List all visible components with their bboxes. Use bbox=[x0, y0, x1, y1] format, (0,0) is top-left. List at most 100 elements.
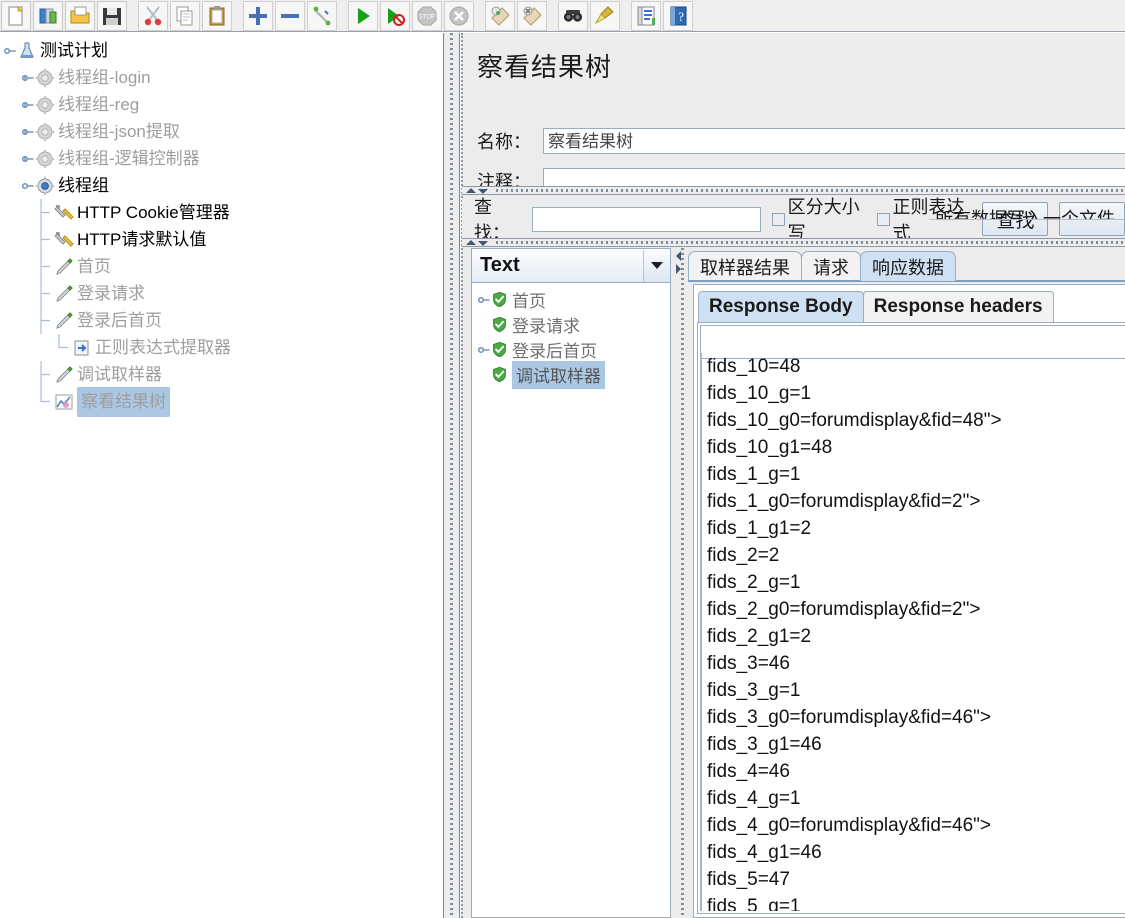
tree-item-label: HTTP请求默认值 bbox=[77, 230, 207, 249]
tree-connector bbox=[56, 334, 72, 361]
tree-item-2[interactable]: 线程组-reg bbox=[0, 91, 443, 118]
tree-item-label: HTTP Cookie管理器 bbox=[77, 203, 230, 222]
search-input[interactable] bbox=[531, 206, 761, 232]
name-label: 名称： bbox=[477, 132, 531, 152]
test-plan-tree[interactable]: 测试计划线程组-login 线程组-reg 线程组-json提取线程组-逻辑控制器线… bbox=[0, 33, 443, 417]
tree-expand-handle-open[interactable] bbox=[476, 342, 491, 357]
save-icon[interactable] bbox=[97, 0, 127, 31]
collapse-up-icon-2[interactable] bbox=[466, 240, 476, 245]
inner-vertical-splitter[interactable] bbox=[675, 248, 688, 918]
toolbar-separator-3 bbox=[338, 1, 347, 31]
expand-icon[interactable] bbox=[243, 0, 273, 31]
toolbar-group-help: ? bbox=[630, 0, 694, 31]
subtab-0[interactable]: Response Body bbox=[698, 291, 864, 322]
results-detail-area: Text 首页登录请求登录后首页 调试取样器 取样器结果 请求 响应数据 Respon… bbox=[462, 248, 1125, 918]
collapse-icon[interactable] bbox=[275, 0, 305, 31]
open-icon[interactable] bbox=[65, 0, 95, 31]
toolbar-separator-5 bbox=[548, 1, 557, 31]
toolbar-group-file bbox=[0, 0, 128, 31]
start-no-pauses-icon[interactable] bbox=[380, 0, 410, 31]
regex-box-icon[interactable] bbox=[876, 212, 890, 226]
tree-item-8[interactable]: 首页 bbox=[0, 253, 443, 280]
result-item-label: 登录请求 bbox=[512, 317, 580, 336]
clear-all-icon[interactable] bbox=[517, 0, 547, 31]
tree-item-3[interactable]: 线程组-json提取 bbox=[0, 118, 443, 145]
test-plan-tree-panel[interactable]: 测试计划线程组-login 线程组-reg 线程组-json提取线程组-逻辑控制器线… bbox=[0, 33, 443, 918]
tree-item-6[interactable]: HTTP Cookie管理器 bbox=[0, 199, 443, 226]
splitter-grip-bottom bbox=[496, 241, 1125, 244]
tree-expand-handle-closed[interactable] bbox=[20, 70, 35, 85]
tree-item-7[interactable]: HTTP请求默认值 bbox=[0, 226, 443, 253]
response-subtabs[interactable]: Response Body Response headers bbox=[698, 289, 1054, 322]
tree-expand-handle-closed[interactable] bbox=[20, 97, 35, 112]
tree-item-label: 线程组-login bbox=[58, 68, 151, 87]
tree-item-4[interactable]: 线程组-逻辑控制器 bbox=[0, 145, 443, 172]
shutdown-icon bbox=[444, 0, 474, 31]
new-icon[interactable] bbox=[1, 0, 31, 31]
response-line-19: fids_5=47 bbox=[707, 869, 790, 890]
main-vertical-splitter[interactable] bbox=[443, 33, 460, 918]
tab-0[interactable]: 取样器结果 bbox=[688, 251, 802, 281]
case-sensitive-box-icon[interactable] bbox=[771, 212, 785, 226]
result-item-3[interactable]: 调试取样器 bbox=[472, 360, 670, 389]
subtab-1[interactable]: Response headers bbox=[862, 291, 1054, 322]
result-item-0[interactable]: 首页 bbox=[472, 287, 670, 312]
response-line-18: fids_4_g1=46 bbox=[707, 842, 822, 863]
tree-item-label: 线程组-逻辑控制器 bbox=[58, 149, 200, 168]
tree-connector bbox=[38, 361, 54, 388]
tree-expand-handle-open[interactable] bbox=[476, 292, 491, 307]
response-line-5: fids_1_g0=forumdisplay&fid=2"> bbox=[707, 491, 981, 512]
renderer-combobox[interactable]: Text bbox=[472, 249, 670, 283]
tree-expand-handle-open[interactable] bbox=[2, 43, 17, 58]
start-icon[interactable] bbox=[348, 0, 378, 31]
copy-icon[interactable] bbox=[170, 0, 200, 31]
tree-item-label: 线程组-reg bbox=[58, 95, 140, 114]
splitter-arrows-bottom[interactable] bbox=[466, 239, 488, 246]
inner-splitter-grip bbox=[681, 248, 684, 918]
tree-item-10[interactable]: 登录后首页 bbox=[0, 307, 443, 334]
response-body-area: fids_10=48 fids_10_g=1 fids_10_g0=forumdis… bbox=[697, 322, 1125, 914]
tree-item-11[interactable]: 正则表达式提取器 bbox=[0, 334, 443, 361]
toolbar-separator-2 bbox=[233, 1, 242, 31]
collapse-down-icon-2[interactable] bbox=[478, 241, 488, 246]
tab-2[interactable]: 响应数据 bbox=[860, 251, 956, 281]
result-item-label: 调试取样器 bbox=[512, 360, 605, 389]
toolbar-group-tree bbox=[242, 0, 338, 31]
response-data-panel: Response Body Response headers fids_10=48… bbox=[693, 284, 1125, 918]
sampler-results-list-panel[interactable]: Text 首页登录请求登录后首页 调试取样器 bbox=[471, 248, 671, 918]
tree-item-9[interactable]: 登录请求 bbox=[0, 280, 443, 307]
tab-1[interactable]: 请求 bbox=[801, 251, 861, 281]
response-line-15: fids_4=46 bbox=[707, 761, 790, 782]
templates-icon[interactable] bbox=[33, 0, 63, 31]
toggle-icon[interactable] bbox=[307, 0, 337, 31]
cut-icon[interactable] bbox=[138, 0, 168, 31]
paste-icon[interactable] bbox=[202, 0, 232, 31]
result-item-label: 登录后首页 bbox=[512, 342, 597, 361]
tree-connector bbox=[38, 307, 54, 334]
result-items-list[interactable]: 首页登录请求登录后首页 调试取样器 bbox=[472, 284, 670, 917]
search-icon[interactable] bbox=[558, 0, 588, 31]
result-item-2[interactable]: 登录后首页 bbox=[472, 337, 670, 362]
renderer-value: Text bbox=[480, 254, 520, 276]
main-toolbar: STOP ? bbox=[0, 0, 1125, 32]
tree-item-0[interactable]: 测试计划 bbox=[0, 37, 443, 64]
tree-expand-handle-closed[interactable] bbox=[20, 151, 35, 166]
function-helper-icon[interactable] bbox=[631, 0, 661, 31]
tree-item-1[interactable]: 线程组-login bbox=[0, 64, 443, 91]
help-icon[interactable]: ? bbox=[663, 0, 693, 31]
response-line-9: fids_2_g0=forumdisplay&fid=2"> bbox=[707, 599, 981, 620]
clear-icon[interactable] bbox=[485, 0, 515, 31]
tree-item-5[interactable]: 线程组 bbox=[0, 172, 443, 199]
result-tabs[interactable]: 取样器结果 请求 响应数据 bbox=[688, 248, 956, 281]
tree-expand-handle-closed[interactable] bbox=[20, 124, 35, 139]
result-item-1[interactable]: 登录请求 bbox=[472, 312, 670, 337]
tree-item-13[interactable]: 察看结果树 bbox=[0, 386, 443, 417]
name-input[interactable]: 察看结果树 bbox=[543, 128, 1125, 154]
reset-search-icon[interactable] bbox=[590, 0, 620, 31]
tree-item-12[interactable]: 调试取样器 bbox=[0, 361, 443, 388]
chevron-down-icon[interactable] bbox=[643, 249, 670, 282]
toolbar-group-search bbox=[557, 0, 621, 31]
response-body-text[interactable]: fids_10=48 fids_10_g=1 fids_10_g0=forumdis… bbox=[700, 353, 1125, 911]
horizontal-splitter-bottom[interactable] bbox=[462, 238, 1125, 247]
tree-expand-handle-open[interactable] bbox=[20, 178, 35, 193]
